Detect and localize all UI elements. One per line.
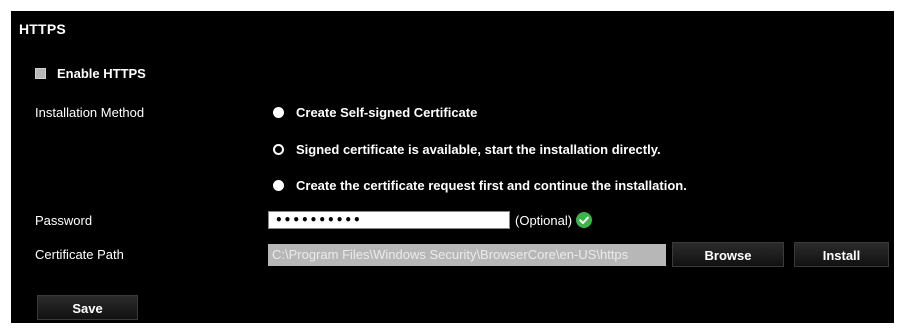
check-circle-icon [576, 212, 593, 228]
password-hint: (Optional) [515, 212, 593, 228]
install-button[interactable]: Install [794, 242, 889, 267]
certificate-path-field[interactable]: C:\Program Files\Windows Security\Browse… [268, 244, 666, 266]
optional-text: (Optional) [515, 212, 573, 228]
checkbox-box[interactable] [35, 68, 46, 79]
radio-certificate-request[interactable]: Create the certificate request first and… [273, 178, 687, 193]
password-label: Password [35, 213, 93, 228]
enable-https-checkbox[interactable]: Enable HTTPS [35, 66, 146, 81]
save-button[interactable]: Save [37, 295, 138, 320]
radio-button[interactable] [273, 107, 284, 118]
radio-label: Signed certificate is available, start t… [296, 142, 661, 157]
radio-button[interactable] [273, 180, 284, 191]
radio-signed-available[interactable]: Signed certificate is available, start t… [273, 142, 661, 157]
browse-button[interactable]: Browse [672, 242, 784, 267]
radio-self-signed[interactable]: Create Self-signed Certificate [273, 105, 477, 120]
radio-label: Create Self-signed Certificate [296, 105, 478, 120]
radio-label: Create the certificate request first and… [296, 178, 687, 193]
https-settings-panel: HTTPS Enable HTTPS Installation Method C… [11, 11, 894, 323]
installation-method-label: Installation Method [35, 105, 145, 120]
password-field[interactable]: •••••••••• [268, 211, 510, 229]
certificate-path-label: Certificate Path [35, 247, 124, 262]
radio-button-selected[interactable] [273, 144, 284, 155]
enable-https-label: Enable HTTPS [57, 66, 146, 81]
section-title: HTTPS [19, 21, 66, 37]
